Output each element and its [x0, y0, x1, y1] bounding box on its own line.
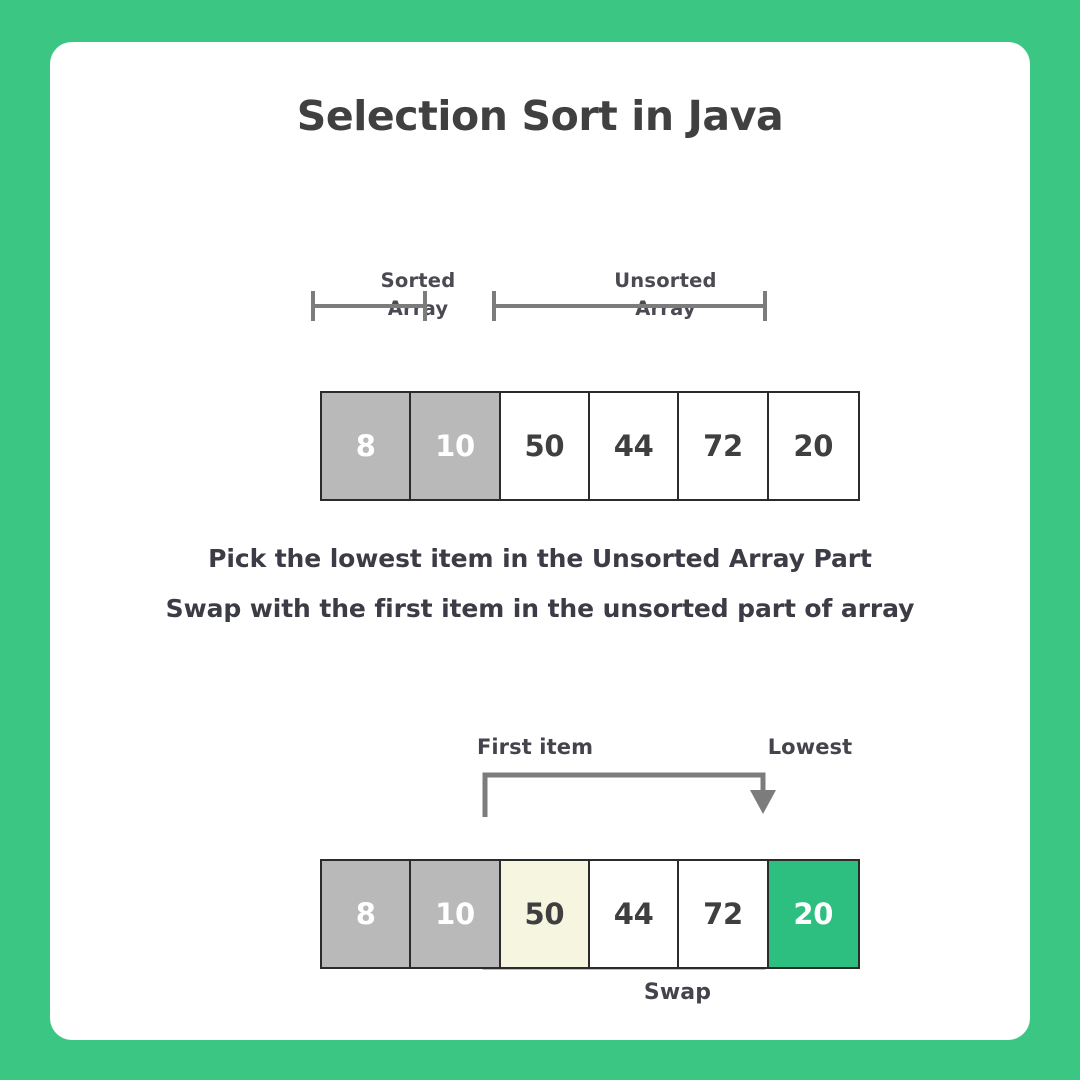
swap-label: Swap	[643, 980, 712, 1005]
lowest-label: Lowest	[767, 735, 853, 759]
array-cell[interactable]: 44	[589, 393, 680, 499]
array-cell[interactable]: 72	[679, 393, 769, 499]
content-card: Selection Sort in Java Sorted Array Unso…	[50, 42, 1030, 1040]
array-cell[interactable]: 10	[411, 861, 501, 967]
sorted-array-bracket	[311, 291, 427, 321]
array-cell[interactable]: 50	[500, 393, 590, 499]
array-cell[interactable]: 44	[589, 861, 680, 967]
array-cell-lowest[interactable]: 20	[768, 861, 858, 967]
array-cell[interactable]: 10	[411, 393, 501, 499]
array-cell-first-item[interactable]: 50	[500, 861, 590, 967]
bracket-bar	[311, 304, 427, 308]
unsorted-array-bracket	[492, 291, 767, 321]
instruction-line-1: Pick the lowest item in the Unsorted Arr…	[208, 544, 872, 573]
first-item-label: First item	[476, 735, 594, 759]
instruction-line-2: Swap with the first item in the unsorted…	[165, 594, 915, 623]
page-title: Selection Sort in Java	[296, 92, 784, 140]
array-step-1: 8 10 50 44 72 20	[320, 391, 860, 501]
bracket-cap-right	[423, 291, 427, 321]
array-cell[interactable]: 72	[679, 861, 769, 967]
array-cell[interactable]: 20	[768, 393, 858, 499]
array-step-2: 8 10 50 44 72 20	[320, 859, 860, 969]
bracket-bar	[492, 304, 767, 308]
array-cell[interactable]: 8	[322, 393, 412, 499]
lowest-to-first-arrow	[482, 772, 776, 817]
array-cell[interactable]: 8	[322, 861, 412, 967]
bracket-cap-right	[763, 291, 767, 321]
